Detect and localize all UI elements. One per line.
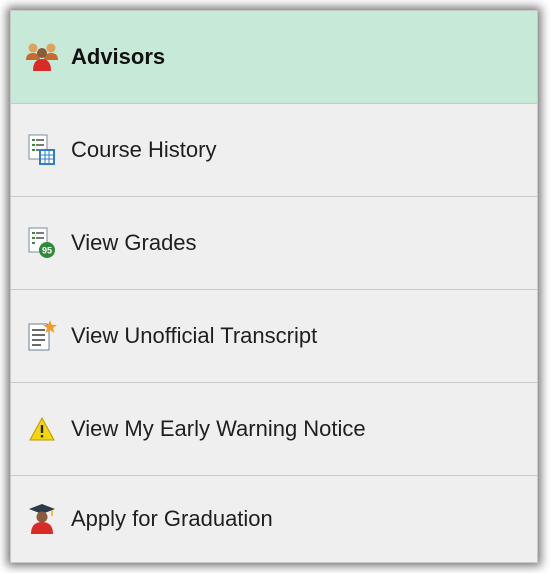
grades-icon: 95 xyxy=(25,226,59,260)
advisors-icon xyxy=(25,40,59,74)
transcript-icon xyxy=(25,319,59,353)
menu-item-label: View Grades xyxy=(71,230,197,255)
menu-item-early-warning[interactable]: View My Early Warning Notice xyxy=(11,383,537,476)
course-history-icon xyxy=(25,133,59,167)
menu-item-label: View Unofficial Transcript xyxy=(71,323,318,348)
warning-icon xyxy=(25,412,59,446)
student-menu-panel: Advisors Course History 95 View Grades V… xyxy=(10,10,538,563)
menu-item-course-history[interactable]: Course History xyxy=(11,104,537,197)
menu-item-label: Advisors xyxy=(71,44,166,69)
menu-item-apply-graduation[interactable]: Apply for Graduation xyxy=(11,476,537,562)
menu-item-label: Apply for Graduation xyxy=(71,506,273,531)
menu-item-label: View My Early Warning Notice xyxy=(71,416,366,441)
menu-item-view-grades[interactable]: 95 View Grades xyxy=(11,197,537,290)
svg-text:95: 95 xyxy=(42,246,52,256)
graduation-icon xyxy=(25,502,59,536)
menu-item-advisors[interactable]: Advisors xyxy=(11,11,537,104)
menu-item-label: Course History xyxy=(71,137,217,162)
menu-item-unofficial-transcript[interactable]: View Unofficial Transcript xyxy=(11,290,537,383)
